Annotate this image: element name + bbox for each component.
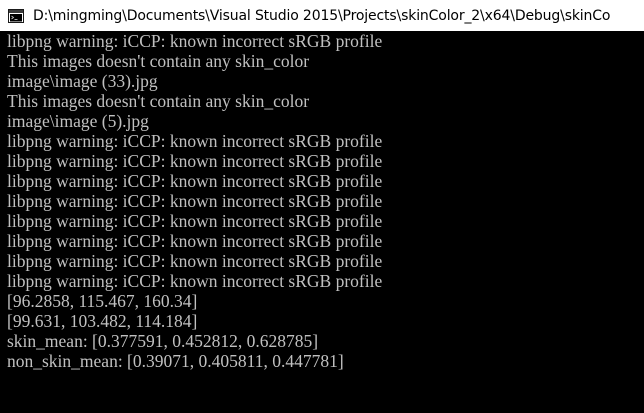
title-bar[interactable]: D:\mingming\Documents\Visual Studio 2015… bbox=[0, 0, 644, 31]
console-output[interactable]: libpng warning: iCCP: known incorrect sR… bbox=[0, 31, 620, 413]
console-line: libpng warning: iCCP: known incorrect sR… bbox=[7, 191, 383, 211]
console-line: libpng warning: iCCP: known incorrect sR… bbox=[7, 251, 383, 271]
console-line: image\image (33).jpg bbox=[7, 71, 158, 91]
console-line: non_skin_mean: [0.39071, 0.405811, 0.447… bbox=[7, 351, 344, 371]
console-line: [99.631, 103.482, 114.184] bbox=[7, 311, 198, 331]
window-title: D:\mingming\Documents\Visual Studio 2015… bbox=[33, 7, 611, 24]
console-line: This images doesn't contain any skin_col… bbox=[7, 51, 310, 71]
console-line: libpng warning: iCCP: known incorrect sR… bbox=[7, 171, 383, 191]
console-line: skin_mean: [0.377591, 0.452812, 0.628785… bbox=[7, 331, 319, 351]
console-line: libpng warning: iCCP: known incorrect sR… bbox=[7, 211, 383, 231]
console-line: [96.2858, 115.467, 160.34] bbox=[7, 291, 198, 311]
console-line: libpng warning: iCCP: known incorrect sR… bbox=[7, 131, 383, 151]
vertical-scrollbar[interactable] bbox=[620, 31, 644, 413]
console-lines: libpng warning: iCCP: known incorrect sR… bbox=[7, 31, 620, 371]
console-line: libpng warning: iCCP: known incorrect sR… bbox=[7, 151, 383, 171]
console-line: image\image (5).jpg bbox=[7, 111, 149, 131]
console-line: libpng warning: iCCP: known incorrect sR… bbox=[7, 31, 383, 51]
console-line: This images doesn't contain any skin_col… bbox=[7, 91, 310, 111]
console-app-icon bbox=[8, 8, 24, 23]
console-window: D:\mingming\Documents\Visual Studio 2015… bbox=[0, 0, 644, 413]
console-line: libpng warning: iCCP: known incorrect sR… bbox=[7, 271, 383, 291]
console-line: libpng warning: iCCP: known incorrect sR… bbox=[7, 231, 383, 251]
